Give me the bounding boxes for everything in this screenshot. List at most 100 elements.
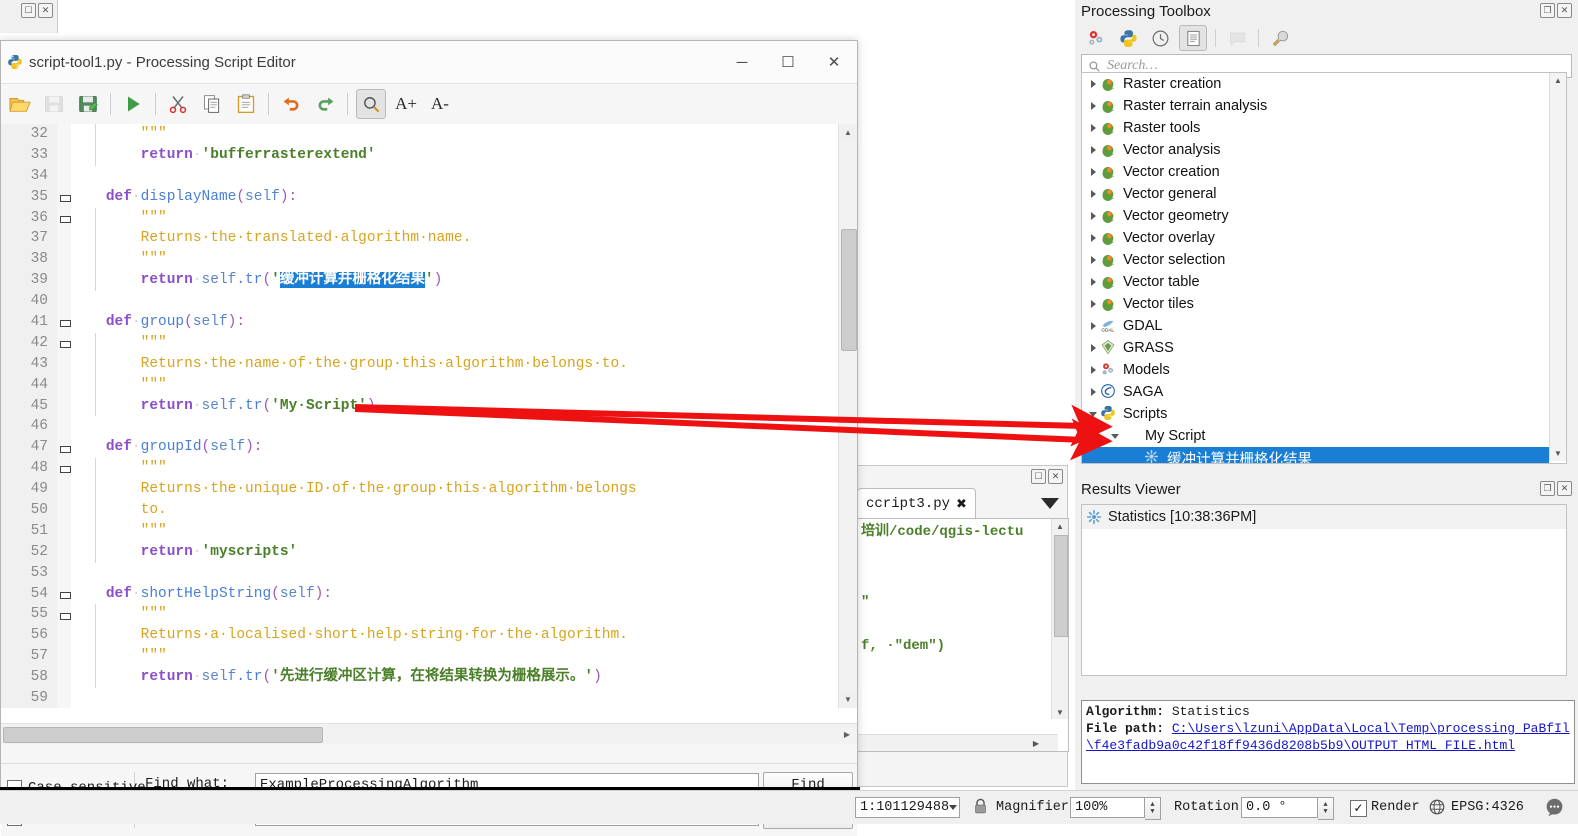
scroll-up-arrow-icon[interactable]: ▲	[839, 124, 857, 141]
tree-node-raster-creation[interactable]: Raster creation	[1082, 73, 1549, 95]
chevron-right-icon[interactable]	[1086, 139, 1100, 161]
tree-node-grass[interactable]: GRASS	[1082, 337, 1549, 359]
chevron-right-icon[interactable]	[1086, 183, 1100, 205]
tree-node-vector-analysis[interactable]: Vector analysis	[1082, 139, 1549, 161]
scroll-thumb[interactable]	[841, 229, 857, 351]
scroll-down-arrow-icon[interactable]: ▼	[839, 691, 857, 708]
tab-list-dropdown-button[interactable]	[1037, 492, 1063, 514]
tree-node-vector-general[interactable]: Vector general	[1082, 183, 1549, 205]
chevron-right-icon[interactable]	[1086, 205, 1100, 227]
tree-node-raster-tools[interactable]: Raster tools	[1082, 117, 1549, 139]
toolbox-float-button[interactable]: ❐	[1540, 3, 1555, 18]
history-button[interactable]	[1147, 26, 1173, 50]
left-dock-close-button[interactable]: ✕	[38, 3, 53, 18]
open-script-button[interactable]	[6, 90, 34, 118]
fold-marker-icon[interactable]	[60, 195, 71, 202]
run-script-button[interactable]	[119, 90, 147, 118]
paste-button[interactable]	[232, 90, 260, 118]
globe-icon[interactable]	[1428, 798, 1446, 821]
chevron-right-icon[interactable]	[1086, 337, 1100, 359]
chevron-right-icon[interactable]	[1086, 315, 1100, 337]
console-vertical-scrollbar[interactable]: ▲ ▼	[1051, 519, 1068, 719]
python-console-float-button[interactable]: ☐	[1031, 469, 1046, 484]
tree-node-node[interactable]: 缓冲计算并栅格化结果	[1082, 447, 1549, 464]
decrease-font-button[interactable]: A-	[426, 90, 454, 118]
algorithm-tree[interactable]: Raster creationRaster terrain analysisRa…	[1081, 72, 1567, 464]
chevron-down-icon[interactable]	[1086, 403, 1100, 425]
close-button[interactable]: ✕	[811, 41, 857, 83]
chevron-right-icon[interactable]	[1086, 161, 1100, 183]
code-editor[interactable]: 3233343536373839404142434445464748495051…	[1, 124, 857, 744]
tree-node-vector-overlay[interactable]: Vector overlay	[1082, 227, 1549, 249]
copy-button[interactable]	[198, 90, 226, 118]
rotation-input[interactable]: 0.0 °	[1241, 797, 1318, 818]
options-button[interactable]	[1267, 26, 1293, 50]
fold-marker-icon[interactable]	[60, 216, 71, 223]
rotation-stepper[interactable]: ▲▼	[1318, 797, 1334, 820]
chevron-right-icon[interactable]	[1086, 359, 1100, 381]
fold-marker-icon[interactable]	[60, 466, 71, 473]
tree-node-vector-selection[interactable]: Vector selection	[1082, 249, 1549, 271]
code-horizontal-scrollbar[interactable]: ▶	[1, 723, 857, 744]
lock-icon[interactable]	[972, 796, 989, 822]
chevron-right-icon[interactable]	[1086, 293, 1100, 315]
undo-button[interactable]	[277, 90, 305, 118]
chevron-right-icon[interactable]	[1086, 117, 1100, 139]
chevron-right-icon[interactable]	[1086, 227, 1100, 249]
save-script-as-button[interactable]	[74, 90, 102, 118]
fold-marker-icon[interactable]	[60, 341, 71, 348]
python-scripts-button[interactable]	[1115, 26, 1141, 50]
increase-font-button[interactable]: A+	[392, 90, 420, 118]
results-close-button[interactable]: ✕	[1557, 481, 1572, 496]
list-item[interactable]: Statistics [10:38:36PM]	[1082, 505, 1566, 529]
minimize-button[interactable]: ─	[719, 41, 765, 83]
fold-marker-icon[interactable]	[60, 592, 71, 599]
console-horizontal-scrollbar[interactable]: ▶	[858, 734, 1058, 751]
fold-marker-icon[interactable]	[60, 613, 71, 620]
tree-node-saga[interactable]: SAGA	[1082, 381, 1549, 403]
tree-node-models[interactable]: Models	[1082, 359, 1549, 381]
chevron-down-icon[interactable]	[1108, 425, 1122, 447]
chevron-right-icon[interactable]	[1086, 249, 1100, 271]
fold-marker-icon[interactable]	[60, 446, 71, 453]
toolbox-close-button[interactable]: ✕	[1557, 3, 1572, 18]
python-console-close-button[interactable]: ✕	[1048, 469, 1063, 484]
redo-button[interactable]	[311, 90, 339, 118]
results-viewer-button[interactable]	[1179, 25, 1207, 51]
tree-node-my-script[interactable]: My Script	[1082, 425, 1549, 447]
models-button[interactable]	[1083, 26, 1109, 50]
scroll-down-arrow-icon[interactable]: ▼	[1550, 446, 1566, 461]
results-float-button[interactable]: ❐	[1540, 481, 1555, 496]
tree-vertical-scrollbar[interactable]: ▲ ▼	[1549, 73, 1566, 461]
chevron-right-icon[interactable]	[1086, 271, 1100, 293]
code-vertical-scrollbar[interactable]: ▲ ▼	[838, 124, 857, 708]
find-replace-button[interactable]	[356, 89, 386, 119]
render-checkbox[interactable]: ✓	[1350, 800, 1367, 817]
chevron-right-icon[interactable]	[1086, 73, 1100, 95]
tree-node-vector-geometry[interactable]: Vector geometry	[1082, 205, 1549, 227]
maximize-button[interactable]: ☐	[765, 41, 811, 83]
cut-button[interactable]	[164, 90, 192, 118]
chevron-right-icon[interactable]	[1086, 381, 1100, 403]
hscroll-thumb[interactable]	[3, 727, 323, 743]
tree-node-vector-creation[interactable]: Vector creation	[1082, 161, 1549, 183]
left-dock-float-button[interactable]: ☐	[21, 3, 36, 18]
scale-combobox[interactable]: 1:101129488	[855, 797, 960, 818]
tree-node-scripts[interactable]: Scripts	[1082, 403, 1549, 425]
tree-node-gdal[interactable]: GDALGDAL	[1082, 315, 1549, 337]
result-detail[interactable]: Algorithm: Statistics File path: C:\User…	[1081, 700, 1575, 784]
close-icon[interactable]: ✖	[956, 497, 967, 512]
python-console-output[interactable]: 培训/code/qgis-lectu " f, ·"dem") ver(rlay…	[857, 518, 1069, 752]
crs-label[interactable]: EPSG:4326	[1451, 800, 1524, 815]
tree-node-raster-terrain-analysis[interactable]: Raster terrain analysis	[1082, 95, 1549, 117]
magnifier-stepper[interactable]: ▲▼	[1145, 797, 1161, 820]
code-text-area[interactable]: """ return·'bufferrasterextend' def·disp…	[71, 124, 839, 708]
scroll-up-arrow-icon[interactable]: ▲	[1550, 73, 1566, 88]
fold-margin[interactable]	[57, 124, 71, 708]
scroll-right-arrow-icon[interactable]: ▶	[837, 724, 857, 744]
fold-marker-icon[interactable]	[60, 320, 71, 327]
python-console-tab[interactable]: ccript3.py ✖	[857, 488, 976, 519]
message-bubble-icon[interactable]	[1544, 797, 1565, 823]
tree-node-vector-tiles[interactable]: Vector tiles	[1082, 293, 1549, 315]
magnifier-input[interactable]: 100%	[1070, 797, 1145, 818]
